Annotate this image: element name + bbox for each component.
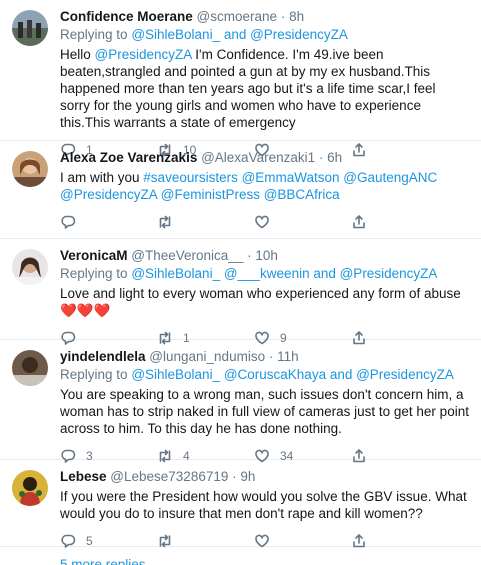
tweet-actions xyxy=(60,207,469,237)
retweet-button[interactable] xyxy=(157,533,254,549)
like-button[interactable] xyxy=(254,533,351,549)
heart-icon xyxy=(255,534,269,548)
user-handle[interactable]: @TheeVeronica__ xyxy=(131,248,243,263)
display-name[interactable]: Lebese xyxy=(60,469,107,484)
avatar[interactable] xyxy=(12,350,48,386)
share-icon xyxy=(353,215,365,229)
reply-icon xyxy=(61,215,76,229)
timestamp[interactable]: 11h xyxy=(277,349,299,364)
tweet-text: Love and light to every woman who experi… xyxy=(60,286,461,318)
heart-emoji: ❤️❤️❤️ xyxy=(60,303,111,318)
like-button[interactable] xyxy=(254,214,351,230)
replying-to: Replying to @SihleBolani_ and @Presidenc… xyxy=(60,27,348,42)
reply-mentions[interactable]: @SihleBolani_ @CoruscaKhaya and @Preside… xyxy=(131,367,454,382)
tweet-actions: 5 xyxy=(60,526,469,556)
display-name[interactable]: VeronicaM xyxy=(60,248,128,263)
tweet-text: I am with you #saveoursisters @EmmaWatso… xyxy=(60,170,438,202)
user-handle[interactable]: @lungani_ndumiso xyxy=(149,349,265,364)
timestamp[interactable]: 10h xyxy=(255,248,278,263)
tweet[interactable]: Confidence Moerane @scmoerane · 8h Reply… xyxy=(0,0,481,157)
user-handle[interactable]: @Lebese73286719 xyxy=(110,469,228,484)
reply-mentions[interactable]: @SihleBolani_ and @PresidencyZA xyxy=(131,27,348,42)
tweet-text: If you were the President how would you … xyxy=(60,489,467,521)
reply-mentions[interactable]: @SihleBolani_ @___kweenin and @Presidenc… xyxy=(131,266,437,281)
retweet-button[interactable] xyxy=(157,214,254,230)
avatar[interactable] xyxy=(12,470,48,506)
retweet-icon xyxy=(159,215,171,229)
replying-to: Replying to @SihleBolani_ @___kweenin an… xyxy=(60,266,438,281)
avatar[interactable] xyxy=(12,151,48,187)
timestamp[interactable]: 6h xyxy=(327,150,342,165)
user-handle[interactable]: @AlexaVarenzaki1 xyxy=(201,150,315,165)
timestamp[interactable]: 8h xyxy=(289,9,304,24)
display-name[interactable]: Alexa Zoe Varenzakis xyxy=(60,150,197,165)
display-name[interactable]: Confidence Moerane xyxy=(60,9,193,24)
mention-link[interactable]: @PresidencyZA xyxy=(95,47,192,62)
avatar[interactable] xyxy=(12,10,48,46)
reply-thread: Confidence Moerane @scmoerane · 8h Reply… xyxy=(0,0,481,565)
tweet-text: Hello @PresidencyZA I'm Confidence. I'm … xyxy=(60,47,436,130)
timestamp[interactable]: 9h xyxy=(240,469,255,484)
reply-button[interactable]: 5 xyxy=(60,533,157,549)
tweet[interactable]: yindelendlela @lungani_ndumiso · 11h Rep… xyxy=(0,340,481,463)
reply-icon xyxy=(61,534,76,548)
tweet-text: You are speaking to a wrong man, such is… xyxy=(60,387,469,436)
avatar[interactable] xyxy=(12,249,48,285)
user-handle[interactable]: @scmoerane xyxy=(197,9,278,24)
retweet-icon xyxy=(159,534,171,548)
share-button[interactable] xyxy=(351,214,448,230)
replying-to: Replying to @SihleBolani_ @CoruscaKhaya … xyxy=(60,367,454,382)
tweet[interactable]: VeronicaM @TheeVeronica__ · 10h Replying… xyxy=(0,239,481,345)
reply-button[interactable] xyxy=(60,214,157,230)
display-name[interactable]: yindelendlela xyxy=(60,349,146,364)
share-icon xyxy=(353,534,365,548)
tweet[interactable]: Lebese @Lebese73286719 · 9h If you were … xyxy=(0,460,481,548)
tweet[interactable]: Alexa Zoe Varenzakis @AlexaVarenzaki1 · … xyxy=(0,141,481,239)
share-button[interactable] xyxy=(351,533,448,549)
heart-icon xyxy=(255,215,269,229)
